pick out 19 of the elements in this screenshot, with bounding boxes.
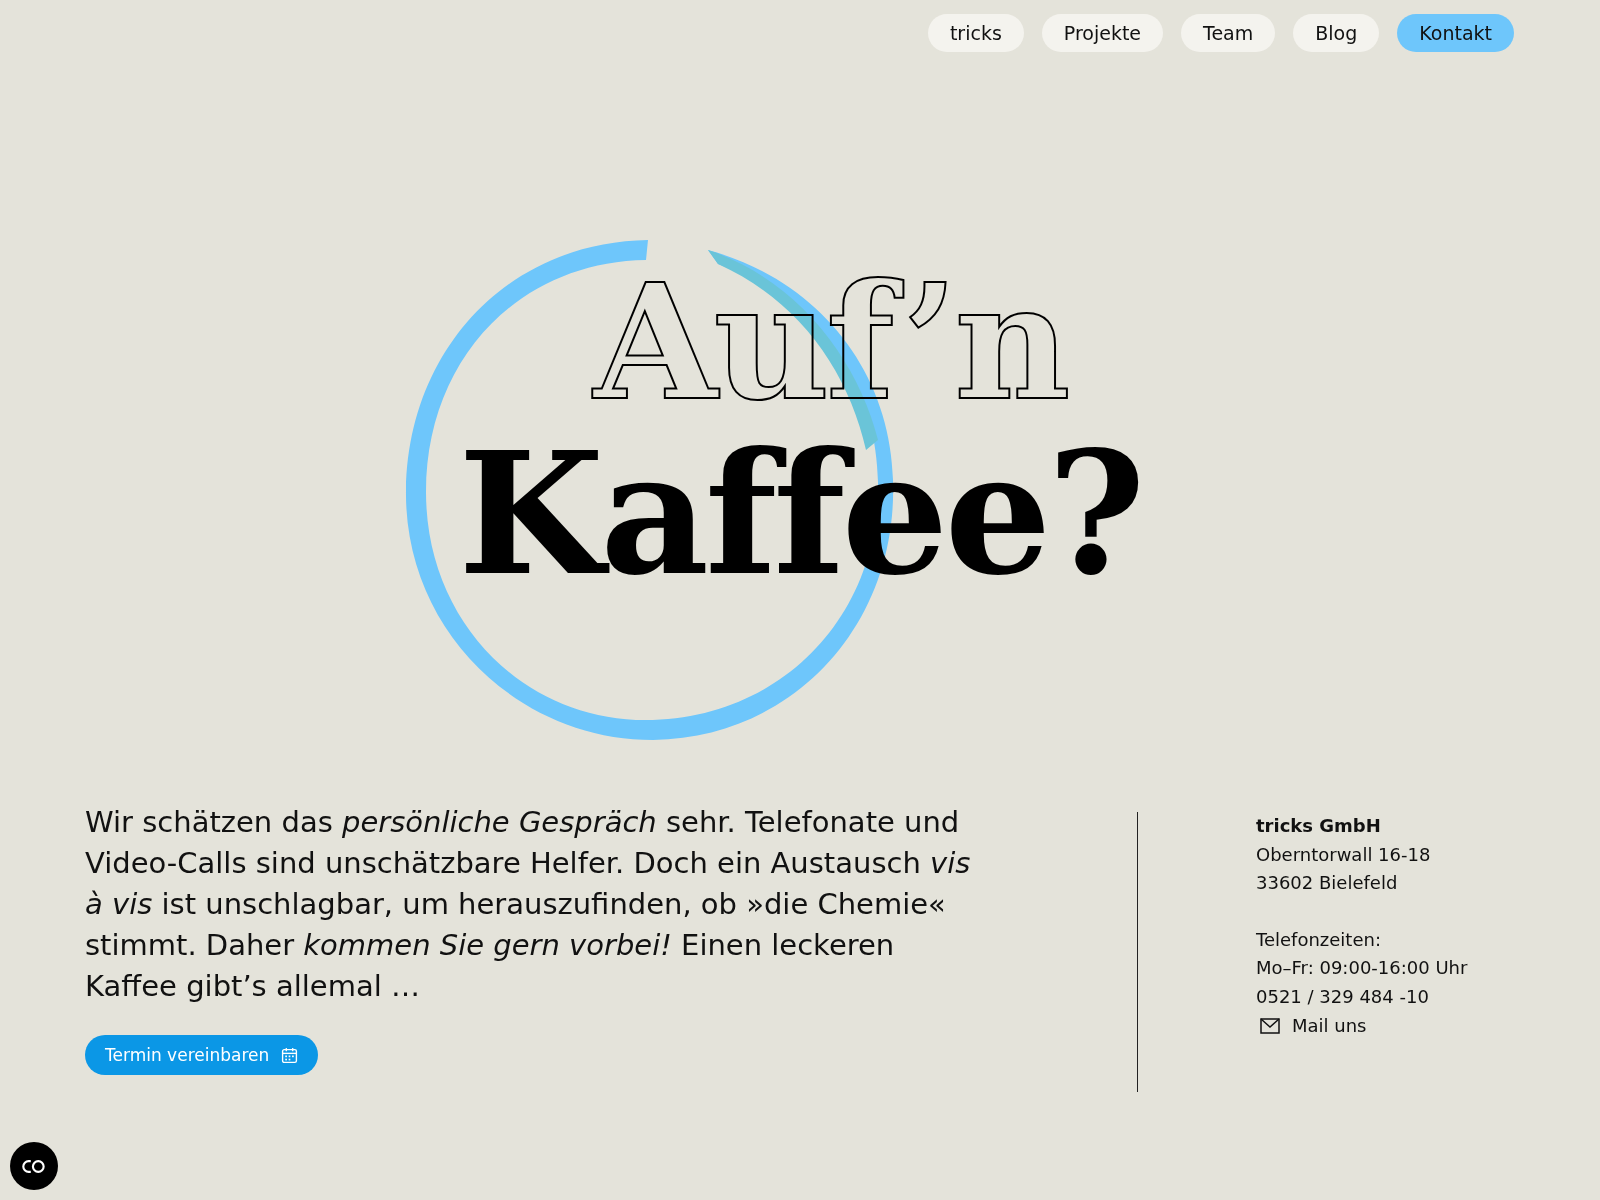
- nav-link[interactable]: Kontakt: [1397, 14, 1514, 52]
- mail-link[interactable]: Mail uns: [1292, 1011, 1367, 1041]
- address-line: Oberntorwall 16-18: [1256, 842, 1432, 867]
- address-line: 33602 Bielefeld: [1256, 871, 1399, 896]
- headline-text: Auf’n: [593, 262, 1067, 422]
- nav-link[interactable]: Blog: [1293, 14, 1380, 52]
- accessibility-button[interactable]: [10, 1142, 58, 1190]
- calendar-icon: [281, 1046, 299, 1064]
- hours-text: Mo–Fr: 09:00-16:00 Uhr: [1256, 956, 1468, 981]
- phone-number: 0521 / 329 484 -10: [1256, 984, 1430, 1009]
- nav-link[interactable]: Projekte: [1041, 14, 1164, 52]
- intro-paragraph: Wir schätzen das persönliche Gespräch sehr. Telefonate und Video-Calls sind unschätzbare Helfer. Doch ein Austausch vis à vis ist unschlagbar, um herauszufinden, ob »die Chemie« stimmt. Daher kommen Sie gern vorbei! Einen leckeren Kaffee gibt’s allemal …: [85, 804, 972, 1005]
- mail-icon: [1260, 1017, 1280, 1034]
- nav-link[interactable]: tricks: [927, 14, 1024, 52]
- company-name: tricks GmbH: [1256, 814, 1382, 838]
- nav-link[interactable]: Team: [1181, 14, 1276, 52]
- toggle-icon: [21, 1158, 47, 1174]
- headline-text: Kaffee?: [458, 430, 1142, 598]
- hours-label: Telefonzeiten:: [1256, 927, 1382, 952]
